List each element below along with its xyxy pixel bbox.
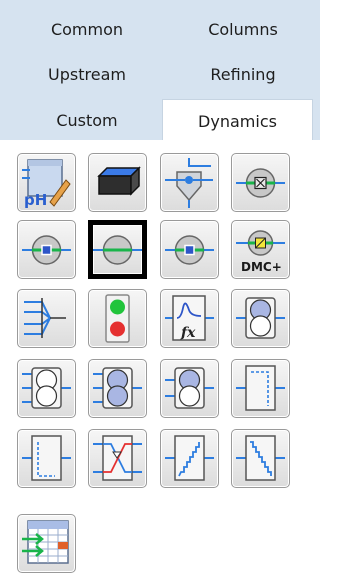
- feedforward-controller-button[interactable]: [88, 359, 147, 418]
- separator-vessel-icon: [165, 158, 213, 208]
- split-range-controller-button[interactable]: [88, 220, 147, 279]
- ramp-down-button[interactable]: [231, 429, 290, 488]
- feedforward-controller-icon: [93, 367, 142, 409]
- ratio-controller-button[interactable]: [231, 289, 290, 348]
- tab-common[interactable]: Common: [32, 15, 142, 45]
- cascade-controller-icon: [165, 367, 214, 409]
- valve-controller-icon: [236, 168, 285, 198]
- model-palette: Common Columns Upstream Refining Custom …: [0, 0, 320, 588]
- spreadsheet-icon: [22, 520, 69, 564]
- dmc-label: DMC+: [241, 260, 282, 274]
- mpc-controller-icon: [22, 367, 71, 409]
- lead-lag-block-button[interactable]: [17, 429, 76, 488]
- pid-controller-icon: [22, 235, 71, 265]
- dmc-controller-icon: DMC+: [236, 230, 285, 274]
- traffic-light-icon: [105, 294, 130, 343]
- ratio-controller-icon: [236, 297, 285, 339]
- controller-blue-icon: [165, 235, 214, 265]
- ph-controller-button[interactable]: pH: [17, 153, 76, 212]
- spreadsheet-button[interactable]: [17, 514, 76, 573]
- tab-dynamics[interactable]: Dynamics: [162, 99, 313, 141]
- valve-controller-button[interactable]: [231, 153, 290, 212]
- pid-controller-button[interactable]: [17, 220, 76, 279]
- transfer-function-button[interactable]: fx: [160, 289, 219, 348]
- ramp-up-icon: [165, 435, 214, 481]
- crossover-block-icon: [93, 435, 142, 481]
- dead-time-block-button[interactable]: [231, 359, 290, 418]
- traffic-light-button[interactable]: [88, 289, 147, 348]
- mpc-controller-button[interactable]: [17, 359, 76, 418]
- crossover-block-button[interactable]: [88, 429, 147, 488]
- tab-upstream[interactable]: Upstream: [32, 60, 142, 90]
- selector-block-button[interactable]: [17, 289, 76, 348]
- cascade-controller-button[interactable]: [160, 359, 219, 418]
- dynamics-panel: pH DMC+ fx: [0, 140, 320, 588]
- dmc-controller-button[interactable]: DMC+: [231, 220, 290, 279]
- transfer-function-icon: fx: [165, 295, 214, 341]
- tab-custom[interactable]: Custom: [32, 106, 142, 136]
- ph-label: pH: [24, 191, 47, 209]
- tab-columns[interactable]: Columns: [188, 15, 298, 45]
- lead-lag-block-icon: [22, 435, 71, 481]
- controller-blue-button[interactable]: [160, 220, 219, 279]
- ph-controller-icon: pH: [22, 159, 71, 209]
- fx-label: fx: [180, 325, 196, 341]
- separator-vessel-button[interactable]: [160, 153, 219, 212]
- dead-time-block-icon: [236, 365, 285, 411]
- tab-refining[interactable]: Refining: [188, 60, 298, 90]
- split-range-controller-icon: [93, 235, 142, 265]
- ramp-up-button[interactable]: [160, 429, 219, 488]
- ramp-down-icon: [236, 435, 285, 481]
- surge-tank-button[interactable]: [88, 153, 147, 212]
- surge-tank-icon: [97, 166, 141, 196]
- selector-block-icon: [24, 298, 66, 338]
